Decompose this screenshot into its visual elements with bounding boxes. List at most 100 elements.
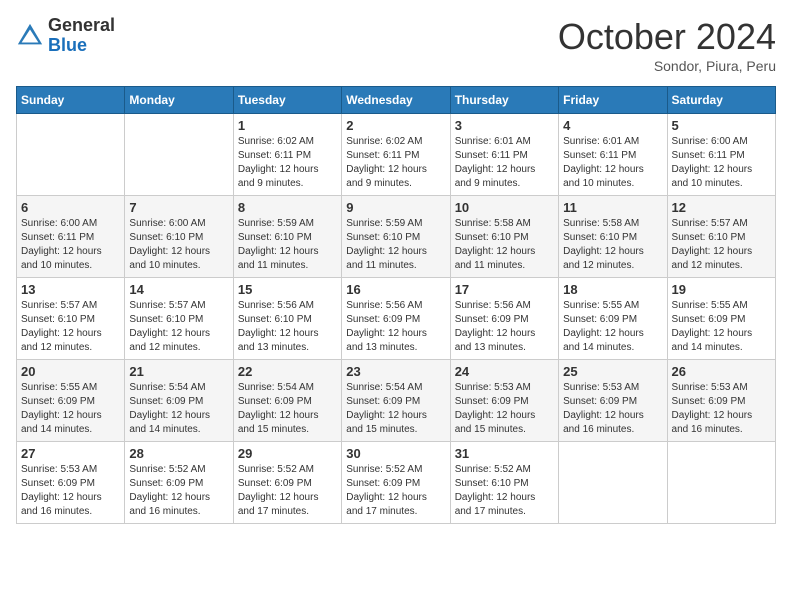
day-cell: 8Sunrise: 5:59 AMSunset: 6:10 PMDaylight… <box>233 196 341 278</box>
logo-text: General Blue <box>48 16 115 56</box>
header-cell-tuesday: Tuesday <box>233 87 341 114</box>
day-cell: 27Sunrise: 5:53 AMSunset: 6:09 PMDayligh… <box>17 442 125 524</box>
day-number: 15 <box>238 282 337 297</box>
header-cell-wednesday: Wednesday <box>342 87 450 114</box>
day-cell: 13 Sunrise: 5:57 AMSunset: 6:10 PMDayligh… <box>17 278 125 360</box>
day-cell: 29 Sunrise: 5:52 AMSunset: 6:09 PMDayligh… <box>233 442 341 524</box>
day-number: 11 <box>563 200 662 215</box>
day-number: 17 <box>455 282 554 297</box>
day-cell: 11 Sunrise: 5:58 AMSunset: 6:10 PMDayligh… <box>559 196 667 278</box>
day-cell: 31 Sunrise: 5:52 AMSunset: 6:10 PMDayligh… <box>450 442 558 524</box>
day-cell <box>17 114 125 196</box>
day-cell: 15 Sunrise: 5:56 AMSunset: 6:10 PMDayligh… <box>233 278 341 360</box>
day-cell: 17 Sunrise: 5:56 AMSunset: 6:09 PMDayligh… <box>450 278 558 360</box>
day-number: 18 <box>563 282 662 297</box>
day-cell: 10Sunrise: 5:58 AMSunset: 6:10 PMDayligh… <box>450 196 558 278</box>
day-number: 1 <box>238 118 337 133</box>
day-number: 4 <box>563 118 662 133</box>
day-info: Sunrise: 5:53 AMSunset: 6:09 PMDaylight:… <box>672 381 771 437</box>
day-cell: 3Sunrise: 6:01 AMSunset: 6:11 PMDaylight… <box>450 114 558 196</box>
header-cell-monday: Monday <box>125 87 233 114</box>
day-cell: 26 Sunrise: 5:53 AMSunset: 6:09 PMDayligh… <box>667 360 775 442</box>
day-number: 7 <box>129 200 228 215</box>
day-info: Sunrise: 5:52 AMSunset: 6:09 PMDaylight:… <box>346 463 445 519</box>
day-number: 29 <box>238 446 337 461</box>
day-number: 12 <box>672 200 771 215</box>
day-number: 28 <box>129 446 228 461</box>
header-cell-friday: Friday <box>559 87 667 114</box>
day-number: 5 <box>672 118 771 133</box>
day-info: Sunrise: 5:58 AMSunset: 6:10 PMDaylight:… <box>563 217 662 273</box>
day-info: Sunrise: 5:53 AMSunset: 6:09 PMDaylight:… <box>563 381 662 437</box>
calendar-body: 1 Sunrise: 6:02 AMSunset: 6:11 PMDaylight… <box>17 114 776 524</box>
day-cell: 9Sunrise: 5:59 AMSunset: 6:10 PMDaylight… <box>342 196 450 278</box>
day-info: Sunrise: 6:00 AMSunset: 6:11 PMDaylight:… <box>21 217 120 273</box>
day-cell: 23 Sunrise: 5:54 AMSunset: 6:09 PMDayligh… <box>342 360 450 442</box>
day-info: Sunrise: 5:56 AMSunset: 6:09 PMDaylight:… <box>455 299 554 355</box>
day-info: Sunrise: 6:00 AMSunset: 6:10 PMDaylight:… <box>129 217 228 273</box>
page-header: General Blue October 2024 Sondor, Piura,… <box>16 16 776 74</box>
week-row: 1 Sunrise: 6:02 AMSunset: 6:11 PMDaylight… <box>17 114 776 196</box>
day-number: 3 <box>455 118 554 133</box>
day-number: 16 <box>346 282 445 297</box>
day-cell: 14Sunrise: 5:57 AMSunset: 6:10 PMDayligh… <box>125 278 233 360</box>
day-number: 13 <box>21 282 120 297</box>
day-cell: 20 Sunrise: 5:55 AMSunset: 6:09 PMDayligh… <box>17 360 125 442</box>
day-cell: 22 Sunrise: 5:54 AMSunset: 6:09 PMDayligh… <box>233 360 341 442</box>
day-info: Sunrise: 6:01 AMSunset: 6:11 PMDaylight:… <box>563 135 662 191</box>
day-cell <box>125 114 233 196</box>
day-info: Sunrise: 6:00 AMSunset: 6:11 PMDaylight:… <box>672 135 771 191</box>
day-number: 26 <box>672 364 771 379</box>
day-cell: 2Sunrise: 6:02 AMSunset: 6:11 PMDaylight… <box>342 114 450 196</box>
day-number: 31 <box>455 446 554 461</box>
day-cell: 1 Sunrise: 6:02 AMSunset: 6:11 PMDaylight… <box>233 114 341 196</box>
day-number: 9 <box>346 200 445 215</box>
logo: General Blue <box>16 16 115 56</box>
week-row: 6 Sunrise: 6:00 AMSunset: 6:11 PMDaylight… <box>17 196 776 278</box>
day-cell: 21Sunrise: 5:54 AMSunset: 6:09 PMDayligh… <box>125 360 233 442</box>
day-number: 19 <box>672 282 771 297</box>
day-info: Sunrise: 5:54 AMSunset: 6:09 PMDaylight:… <box>129 381 228 437</box>
day-cell: 18 Sunrise: 5:55 AMSunset: 6:09 PMDayligh… <box>559 278 667 360</box>
week-row: 27Sunrise: 5:53 AMSunset: 6:09 PMDayligh… <box>17 442 776 524</box>
day-number: 10 <box>455 200 554 215</box>
day-cell: 30 Sunrise: 5:52 AMSunset: 6:09 PMDayligh… <box>342 442 450 524</box>
day-number: 6 <box>21 200 120 215</box>
day-info: Sunrise: 5:54 AMSunset: 6:09 PMDaylight:… <box>238 381 337 437</box>
day-info: Sunrise: 6:02 AMSunset: 6:11 PMDaylight:… <box>238 135 337 191</box>
day-info: Sunrise: 5:55 AMSunset: 6:09 PMDaylight:… <box>563 299 662 355</box>
day-info: Sunrise: 5:57 AMSunset: 6:10 PMDaylight:… <box>672 217 771 273</box>
day-cell <box>559 442 667 524</box>
day-info: Sunrise: 5:52 AMSunset: 6:10 PMDaylight:… <box>455 463 554 519</box>
day-cell: 4 Sunrise: 6:01 AMSunset: 6:11 PMDaylight… <box>559 114 667 196</box>
day-number: 27 <box>21 446 120 461</box>
location-subtitle: Sondor, Piura, Peru <box>558 58 776 74</box>
day-number: 14 <box>129 282 228 297</box>
day-info: Sunrise: 5:54 AMSunset: 6:09 PMDaylight:… <box>346 381 445 437</box>
day-cell: 6 Sunrise: 6:00 AMSunset: 6:11 PMDaylight… <box>17 196 125 278</box>
day-cell: 19Sunrise: 5:55 AMSunset: 6:09 PMDayligh… <box>667 278 775 360</box>
day-number: 23 <box>346 364 445 379</box>
day-cell <box>667 442 775 524</box>
day-info: Sunrise: 5:56 AMSunset: 6:10 PMDaylight:… <box>238 299 337 355</box>
day-info: Sunrise: 5:52 AMSunset: 6:09 PMDaylight:… <box>238 463 337 519</box>
day-cell: 5 Sunrise: 6:00 AMSunset: 6:11 PMDaylight… <box>667 114 775 196</box>
header-cell-saturday: Saturday <box>667 87 775 114</box>
day-number: 2 <box>346 118 445 133</box>
day-number: 25 <box>563 364 662 379</box>
day-number: 20 <box>21 364 120 379</box>
day-info: Sunrise: 5:55 AMSunset: 6:09 PMDaylight:… <box>21 381 120 437</box>
day-cell: 28 Sunrise: 5:52 AMSunset: 6:09 PMDayligh… <box>125 442 233 524</box>
day-cell: 24Sunrise: 5:53 AMSunset: 6:09 PMDayligh… <box>450 360 558 442</box>
day-info: Sunrise: 5:57 AMSunset: 6:10 PMDaylight:… <box>21 299 120 355</box>
day-cell: 25 Sunrise: 5:53 AMSunset: 6:09 PMDayligh… <box>559 360 667 442</box>
day-number: 30 <box>346 446 445 461</box>
day-info: Sunrise: 5:52 AMSunset: 6:09 PMDaylight:… <box>129 463 228 519</box>
month-title: October 2024 <box>558 16 776 58</box>
logo-blue: Blue <box>48 35 87 55</box>
header-row: SundayMondayTuesdayWednesdayThursdayFrid… <box>17 87 776 114</box>
calendar-header: SundayMondayTuesdayWednesdayThursdayFrid… <box>17 87 776 114</box>
day-number: 22 <box>238 364 337 379</box>
day-cell: 7 Sunrise: 6:00 AMSunset: 6:10 PMDaylight… <box>125 196 233 278</box>
logo-icon <box>16 22 44 50</box>
